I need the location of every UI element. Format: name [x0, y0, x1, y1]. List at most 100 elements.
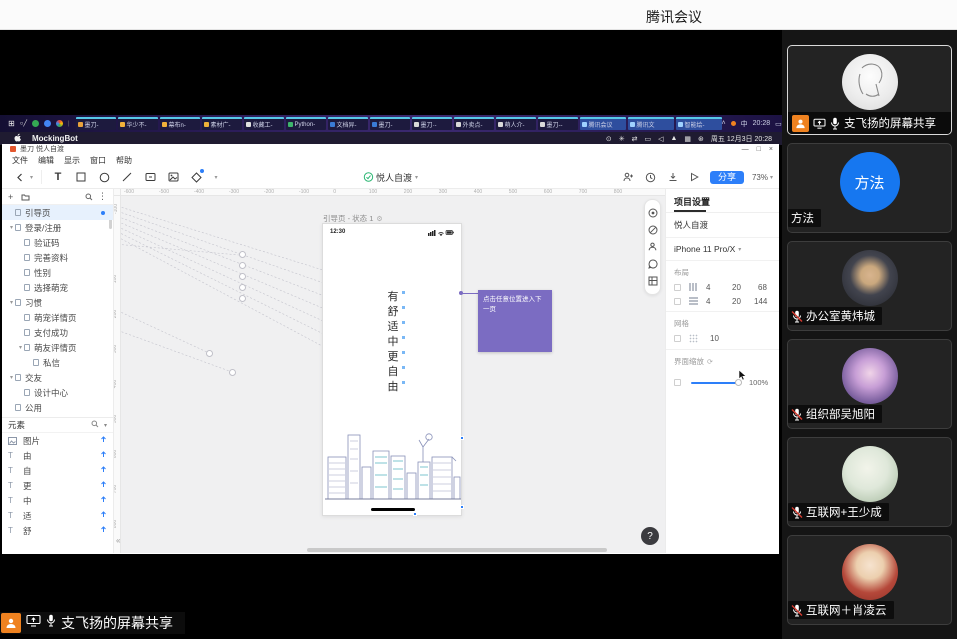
share-button[interactable]: 分享: [710, 171, 744, 184]
tree-expander-icon[interactable]: ▾: [17, 344, 24, 351]
taskbar-search-icon[interactable]: ○╱: [20, 120, 27, 127]
element-item[interactable]: T自: [2, 463, 113, 478]
scale-slider[interactable]: [691, 382, 739, 384]
artboard-label[interactable]: 引导页 - 状态 1 ⚙: [323, 213, 383, 224]
page-tree-item[interactable]: ▾萌友评情页: [2, 340, 113, 355]
taskbar-tab[interactable]: 智能绘-: [676, 117, 722, 130]
taskbar-tab[interactable]: 幕布n-: [160, 117, 200, 130]
project-switcher[interactable]: 悦人自渡 ▾: [363, 171, 418, 184]
start-icon[interactable]: ⊞: [8, 119, 15, 128]
grid-size[interactable]: 10: [710, 334, 719, 343]
invite-user-icon[interactable]: [622, 170, 636, 184]
canvas-horizontal-scrollbar[interactable]: [121, 548, 665, 552]
participant-tile[interactable]: 互联网＋肖凌云: [787, 535, 952, 625]
tree-expander-icon[interactable]: ▾: [8, 299, 15, 306]
arrows-icon[interactable]: ⇄: [632, 135, 638, 143]
notification-icon[interactable]: ⊙: [606, 135, 612, 143]
columns-gutter[interactable]: 20: [732, 283, 741, 292]
elements-search-icon[interactable]: [91, 420, 99, 430]
menu-item-窗口[interactable]: 窗口: [90, 155, 106, 166]
download-icon[interactable]: [666, 170, 680, 184]
user-flow-icon[interactable]: [648, 242, 657, 251]
back-button[interactable]: [12, 170, 26, 184]
help-button[interactable]: ?: [641, 527, 659, 545]
element-item[interactable]: T更: [2, 478, 113, 493]
device-selector[interactable]: iPhone 11 Pro/X ▾: [666, 238, 779, 261]
taskbar-tab[interactable]: 外卖点-: [454, 117, 494, 130]
taskbar-tab[interactable]: 墨刀·-: [412, 117, 452, 130]
history-icon[interactable]: [644, 170, 658, 184]
layout-columns-checkbox[interactable]: [674, 284, 681, 291]
link-badge[interactable]: [239, 295, 246, 302]
headline-character[interactable]: 更: [383, 350, 403, 365]
phone-artboard[interactable]: 引导页 - 状态 1 ⚙ 12:30 有舒适中更自由: [322, 223, 462, 516]
headline-vertical-text[interactable]: 有舒适中更自由: [383, 290, 403, 395]
tray-app-icon[interactable]: [731, 121, 736, 126]
columns-count[interactable]: 4: [706, 283, 710, 292]
maximize-button[interactable]: □: [757, 146, 761, 153]
comment-tool-icon[interactable]: [648, 259, 658, 269]
taskbar-tab[interactable]: 腾讯文: [628, 117, 674, 130]
page-tree-item[interactable]: 设计中心: [2, 385, 113, 400]
element-locate-icon[interactable]: [100, 526, 107, 535]
layout-rows-checkbox[interactable]: [674, 298, 681, 305]
participant-tile[interactable]: 组织部吴旭阳: [787, 339, 952, 429]
participant-tile[interactable]: 方法方法: [787, 143, 952, 233]
text-tool[interactable]: T: [51, 170, 65, 184]
taskbar-tab[interactable]: 萌人介-: [496, 117, 536, 130]
menubar-clock[interactable]: 周五 12月3日 20:28: [711, 134, 772, 144]
headline-character[interactable]: 自: [383, 365, 403, 380]
selection-handle[interactable]: [460, 505, 464, 509]
spotlight-search-icon[interactable]: ⊛: [698, 135, 704, 143]
link-badge[interactable]: [239, 273, 246, 280]
element-item[interactable]: T舒: [2, 523, 113, 538]
page-tree-item[interactable]: 支付成功: [2, 325, 113, 340]
element-item[interactable]: T适: [2, 508, 113, 523]
marker-tool-icon[interactable]: [648, 208, 658, 218]
layout-tool-icon[interactable]: [648, 276, 658, 286]
taskbar-tab[interactable]: 墨刀-: [370, 117, 410, 130]
menu-item-显示[interactable]: 显示: [64, 155, 80, 166]
add-page-icon[interactable]: +: [8, 192, 13, 202]
taskbar-tab[interactable]: 华少不-: [118, 117, 158, 130]
grid-icon[interactable]: ▦: [684, 135, 691, 143]
volume-icon[interactable]: ◁: [658, 135, 663, 143]
page-tree-item[interactable]: ▾交友: [2, 370, 113, 385]
link-badge[interactable]: [239, 284, 246, 291]
close-button[interactable]: ×: [769, 146, 773, 153]
link-badge[interactable]: [239, 262, 246, 269]
page-tree-item[interactable]: 性别: [2, 265, 113, 280]
element-item[interactable]: T中: [2, 493, 113, 508]
element-locate-icon[interactable]: [100, 466, 107, 475]
taskbar-clock[interactable]: 20:28: [753, 120, 771, 127]
show-desktop-button[interactable]: ▭: [775, 120, 782, 128]
page-tree-item[interactable]: 验证码: [2, 235, 113, 250]
pages-search-icon[interactable]: [85, 193, 93, 201]
selection-handle[interactable]: [460, 436, 464, 440]
taskbar-tab[interactable]: Python-: [286, 117, 326, 130]
rows-gutter[interactable]: 20: [732, 297, 741, 306]
headline-character[interactable]: 舒: [383, 305, 403, 320]
bluetooth-icon[interactable]: ✳: [619, 135, 625, 143]
line-tool[interactable]: [120, 170, 134, 184]
ime-indicator[interactable]: 中: [741, 119, 748, 129]
sticky-note[interactable]: 点击任意位置进入下一页: [478, 290, 552, 352]
display-icon[interactable]: ▭: [644, 135, 651, 143]
link-badge[interactable]: [239, 251, 246, 258]
browser-icon-green[interactable]: [32, 120, 39, 127]
scale-checkbox[interactable]: [674, 379, 681, 386]
chrome-icon[interactable]: [56, 120, 63, 127]
eject-icon[interactable]: ▲: [670, 135, 677, 142]
folder-icon[interactable]: [21, 193, 30, 201]
settings-panel-tab[interactable]: 项目设置: [666, 189, 779, 213]
design-canvas[interactable]: -600-500-400-300-200-1000100200300400500…: [114, 189, 665, 553]
taskbar-tab[interactable]: 墨刀-: [76, 117, 116, 130]
shared-screen-view[interactable]: ⊞ ○╱ | 墨刀-华少不-幕布n-素材广-收藏工-Python-文档异-墨刀-…: [0, 30, 782, 639]
taskbar-tab[interactable]: 文档异-: [328, 117, 368, 130]
participant-tile[interactable]: 支飞扬的屏幕共享: [787, 45, 952, 135]
minimize-button[interactable]: —: [742, 146, 749, 153]
ellipse-tool[interactable]: [97, 170, 111, 184]
scale-reset-icon[interactable]: ⟳: [707, 358, 713, 366]
participant-tile[interactable]: 办公室黄炜城: [787, 241, 952, 331]
browser-icon-blue[interactable]: [44, 120, 51, 127]
